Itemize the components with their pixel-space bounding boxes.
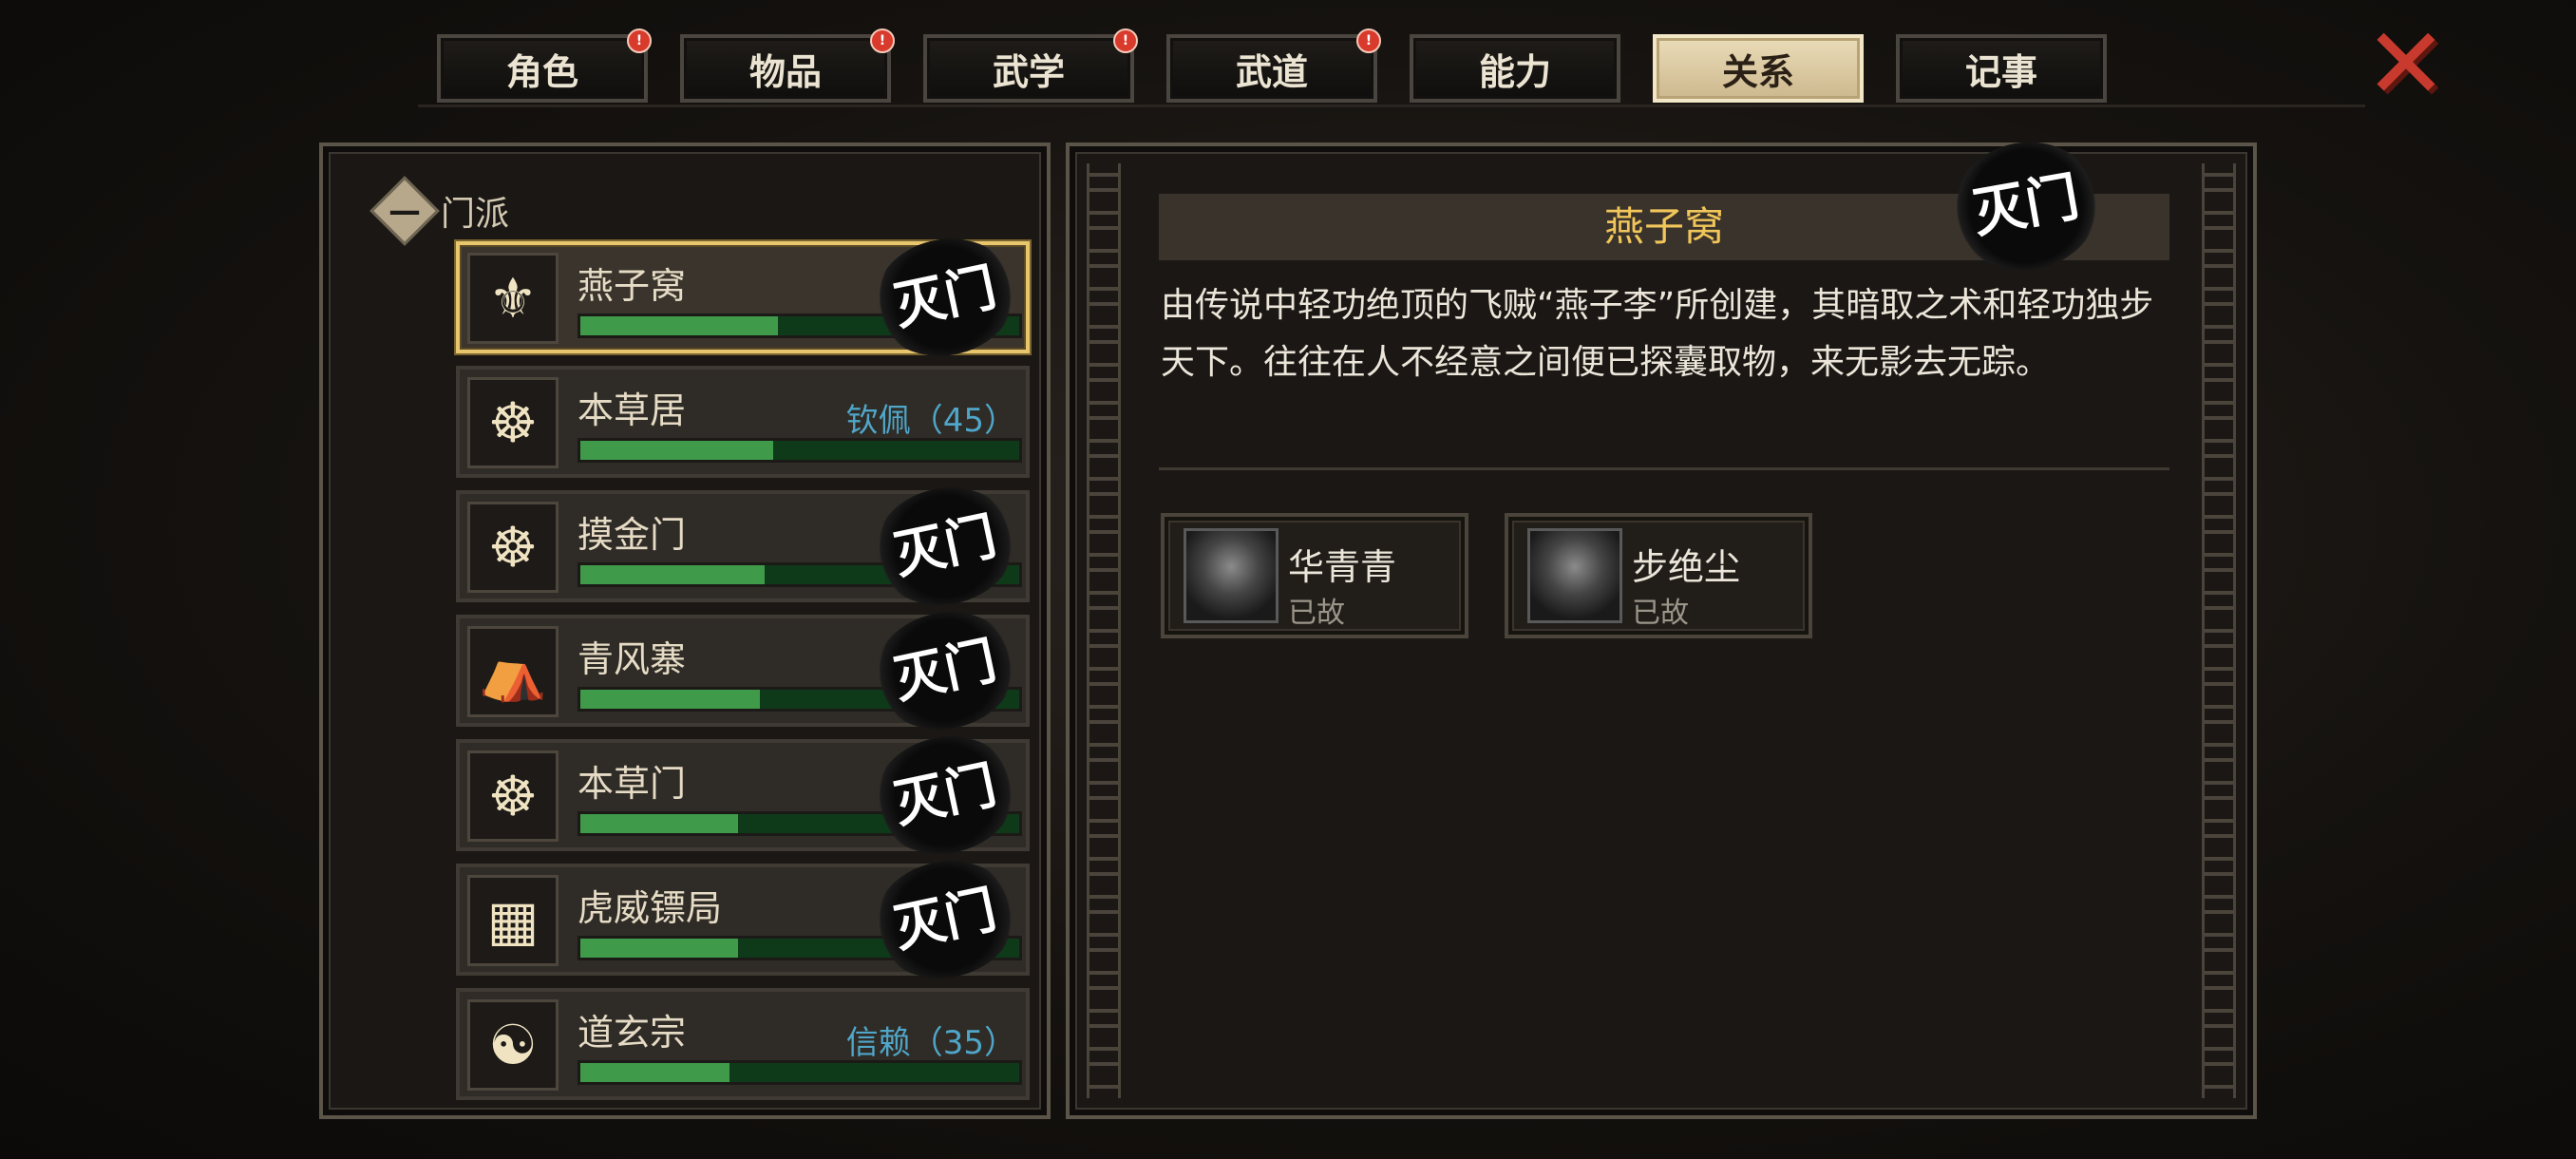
alert-badge-icon: ! [1356, 28, 1381, 53]
faction-item[interactable]: ⛺ 青风寨 灭门 [456, 598, 1030, 743]
relation-status: 信赖（35） [845, 1024, 1016, 1062]
faction-name: 本草居 [578, 390, 687, 431]
relation-bar [578, 438, 1022, 463]
faction-description: 由传说中轻功绝顶的飞贼“燕子李”所创建，其暗取之术和轻功独步天下。往往在人不经意… [1161, 286, 2154, 382]
faction-name: 青风寨 [578, 638, 687, 680]
fret-border-right [2202, 163, 2236, 1098]
herb-crest-icon: ☸ [467, 377, 559, 468]
faction-list: ⚜ 燕子窝 灭门 ☸ 本草居 钦佩（45） ☸ 摸金门 灭门 ⛺ 青风寨 灭门 … [456, 225, 1030, 1112]
member-card[interactable]: 步绝尘 已故 [1505, 513, 1812, 638]
destroyed-stamp-icon: 灭门 [862, 847, 1028, 992]
alert-badge-icon: ! [627, 28, 652, 53]
faction-name: 道玄宗 [578, 1012, 687, 1054]
herb-crest-icon: ☸ [467, 502, 559, 593]
relation-bar [578, 1060, 1022, 1085]
tab-label: 物品 [748, 50, 822, 93]
tiger-crest-icon: ▦ [467, 875, 559, 966]
section-header-sects[interactable]: — 门派 [369, 176, 510, 246]
faction-item[interactable]: ⚜ 燕子窝 灭门 [456, 225, 1030, 370]
member-card[interactable]: 华青青 已故 [1161, 513, 1468, 638]
divider [1159, 467, 2169, 470]
destroyed-stamp-icon: 灭门 [862, 598, 1028, 743]
tab-bar-divider [418, 104, 2365, 107]
member-status: 已故 [1632, 597, 1689, 630]
tab-label: 武道 [1235, 50, 1308, 93]
faction-detail-panel: 燕子窝 灭门 由传说中轻功绝顶的飞贼“燕子李”所创建，其暗取之术和轻功独步天下。… [1066, 130, 2257, 1119]
faction-name: 虎威镖局 [578, 887, 723, 929]
tab-martial-arts[interactable]: 武学 ! [923, 28, 1138, 103]
faction-item[interactable]: ☸ 本草居 钦佩（45） [456, 366, 1030, 478]
destroyed-stamp-icon: 灭门 [862, 723, 1028, 867]
avatar [1527, 528, 1622, 623]
section-label: 门派 [441, 195, 510, 234]
alert-badge-icon: ! [1113, 28, 1138, 53]
tab-relations[interactable]: 关系 [1653, 34, 1864, 103]
relation-bar-fill [580, 441, 774, 460]
faction-name: 摸金门 [578, 514, 687, 556]
faction-item[interactable]: ▦ 虎威镖局 灭门 [456, 847, 1030, 992]
tab-label: 关系 [1721, 50, 1794, 93]
member-name: 步绝尘 [1632, 546, 1741, 588]
taiji-crest-icon: ☯ [467, 999, 559, 1091]
bird-crest-icon: ⚜ [467, 253, 559, 344]
tab-martial-way[interactable]: 武道 ! [1166, 28, 1381, 103]
tab-character[interactable]: 角色 ! [437, 28, 652, 103]
tent-crest-icon: ⛺ [467, 626, 559, 717]
tab-bar: 角色 ! 物品 ! 武学 ! 武道 ! 能力 关系 记事 [437, 28, 2128, 108]
relation-bar-fill [580, 939, 739, 958]
destroyed-stamp-icon: 灭门 [862, 225, 1028, 370]
alert-badge-icon: ! [870, 28, 895, 53]
member-status: 已故 [1288, 597, 1345, 630]
tab-label: 记事 [1964, 50, 2037, 93]
relation-bar-fill [580, 690, 761, 709]
faction-name: 本草门 [578, 763, 687, 805]
relation-bar-fill [580, 316, 778, 335]
faction-item[interactable]: ☸ 摸金门 灭门 [456, 474, 1030, 618]
faction-name: 燕子窝 [578, 265, 687, 307]
collapse-icon[interactable]: — [369, 176, 440, 246]
destroyed-stamp-icon: 灭门 [862, 474, 1028, 618]
faction-list-panel: — 门派 ⚜ 燕子窝 灭门 ☸ 本草居 钦佩（45） ☸ 摸金门 灭门 ⛺ 青风… [319, 142, 1051, 1119]
tab-items[interactable]: 物品 ! [680, 28, 895, 103]
faction-item[interactable]: ☯ 道玄宗 信赖（35） [456, 988, 1030, 1100]
fret-border-left [1087, 163, 1121, 1098]
relation-bar-fill [580, 1063, 730, 1082]
relation-bar-fill [580, 814, 739, 833]
faction-item[interactable]: ☸ 本草门 灭门 [456, 723, 1030, 867]
close-icon[interactable]: ✕ [2364, 6, 2447, 122]
close-button[interactable]: ✕ [2363, 14, 2449, 113]
tab-label: 角色 [505, 50, 578, 93]
tab-label: 能力 [1478, 50, 1551, 93]
detail-title: 燕子窝 [1603, 203, 1724, 250]
tab-journal[interactable]: 记事 [1896, 34, 2107, 103]
avatar [1184, 528, 1279, 623]
relation-bar-fill [580, 565, 766, 584]
member-name: 华青青 [1288, 546, 1397, 588]
tab-abilities[interactable]: 能力 [1410, 34, 1620, 103]
relation-status: 钦佩（45） [845, 402, 1016, 440]
herb-crest-icon: ☸ [467, 750, 559, 842]
tab-label: 武学 [992, 50, 1065, 93]
